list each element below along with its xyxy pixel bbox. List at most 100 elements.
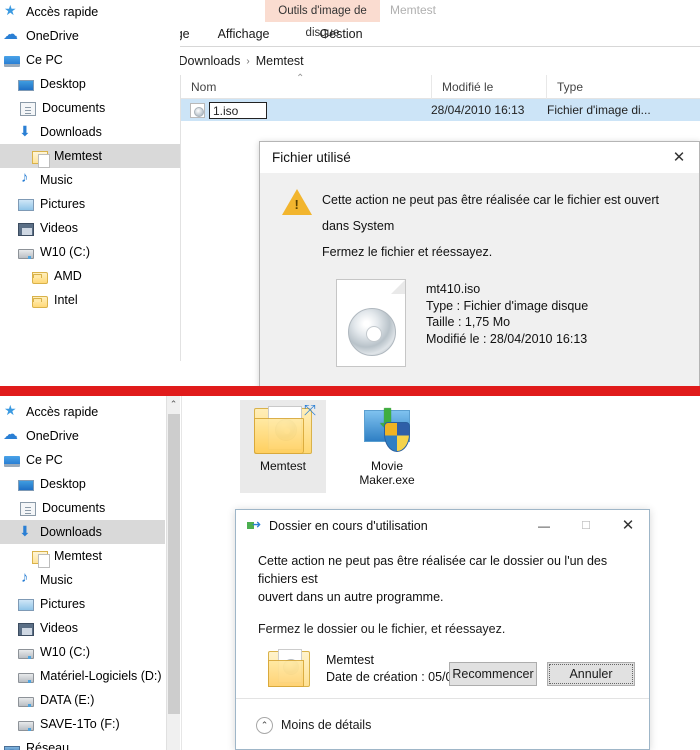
sidebar-item-memtest[interactable]: Memtest: [0, 144, 180, 168]
sidebar-item-onedrive[interactable]: OneDrive: [0, 24, 180, 48]
sidebar-item-amd[interactable]: AMD: [0, 264, 180, 288]
sidebar-item-w10-c[interactable]: W10 (C:): [0, 240, 180, 264]
dialog-message-line1: Cette action ne peut pas être réalisée c…: [322, 193, 659, 233]
sidebar-item-w10-c[interactable]: W10 (C:): [0, 640, 165, 664]
sidebar-item-desktop[interactable]: Desktop: [0, 72, 180, 96]
contextual-header-disk-image-tools: Outils d'image de disque: [265, 0, 380, 39]
sidebar-item-label: Accès rapide: [26, 405, 99, 419]
sidebar-item-music[interactable]: Music: [0, 568, 165, 592]
column-nom[interactable]: Nom: [181, 75, 431, 99]
sidebar-item-downloads[interactable]: Downloads: [0, 520, 165, 544]
sidebar-item-label: Downloads: [40, 525, 102, 539]
sidebar-item-label: Videos: [40, 621, 78, 635]
warning-icon: [282, 189, 312, 216]
desktop-icon: [18, 80, 34, 91]
column-type[interactable]: Type: [546, 74, 666, 99]
dialog-title: Fichier utilisé: [272, 150, 351, 165]
dialog2-message-line2: ouvert dans un autre programme.: [258, 590, 444, 604]
sidebar-item-onedrive[interactable]: OneDrive: [0, 424, 165, 448]
sidebar-item-label: Intel: [54, 293, 78, 307]
minimize-icon[interactable]: —: [523, 510, 565, 542]
cell-type: Fichier d'image di...: [547, 103, 651, 117]
file-modified: Modifié le : 28/04/2010 16:13: [426, 331, 588, 346]
cloud-icon: [3, 425, 20, 444]
dialog-folder-in-use: Dossier en cours d'utilisation — ☐ ✕ Cet…: [235, 509, 650, 750]
dialog2-message-line3: Fermez le dossier ou le fichier, et rées…: [258, 622, 506, 636]
iso-folder-icon: [32, 150, 50, 168]
sidebar-item-label: Pictures: [40, 197, 86, 211]
sidebar-item-label: Pictures: [40, 597, 86, 611]
folder-icon: [32, 295, 48, 308]
sidebar-item-desktop[interactable]: Desktop: [0, 472, 165, 496]
maximize-icon[interactable]: ☐: [565, 510, 607, 542]
cloud-icon: [3, 25, 20, 44]
iso-file-icon: [190, 102, 205, 118]
rename-input[interactable]: 1.iso: [209, 101, 268, 119]
tab-affichage[interactable]: Affichage: [204, 22, 284, 46]
less-details-label[interactable]: Moins de détails: [281, 718, 371, 732]
chevron-up-circle-icon[interactable]: ⌃: [256, 716, 273, 734]
column-headers[interactable]: Nom Modifié le Type ⌃: [181, 73, 700, 99]
sidebar-item-music[interactable]: Music: [0, 168, 180, 192]
computer-icon: [4, 456, 20, 467]
breadcrumb-downloads[interactable]: Downloads: [174, 54, 246, 68]
navigation-tree-top[interactable]: Accès rapide OneDrive Ce PC Desktop Document…: [0, 0, 180, 312]
sidebar-item-label: Music: [40, 573, 73, 587]
table-row[interactable]: 1.iso 28/04/2010 16:13 Fichier d'image d…: [181, 99, 700, 121]
list-item[interactable]: ⬇ Movie Maker.exe: [344, 400, 430, 493]
iso-folder-icon: [32, 550, 50, 568]
sidebar-item-save-1to-f[interactable]: SAVE-1To (F:): [0, 712, 165, 736]
dialog-title-bar-2: Dossier en cours d'utilisation — ☐ ✕: [236, 510, 649, 542]
sidebar-item-data-e[interactable]: DATA (E:): [0, 688, 165, 712]
close-icon[interactable]: ✕: [607, 510, 649, 542]
sidebar-item-documents[interactable]: Documents: [0, 96, 180, 120]
dialog2-footer[interactable]: ⌃ Moins de détails: [236, 698, 649, 750]
cell-modified: 28/04/2010 16:13: [431, 103, 525, 117]
music-icon: [18, 569, 34, 588]
scroll-up-icon[interactable]: ⌃: [167, 396, 180, 412]
navigation-tree-bottom[interactable]: Accès rapide OneDrive Ce PC Desktop Document…: [0, 400, 165, 750]
sidebar-item-label: Memtest: [54, 149, 102, 163]
tab-gestion[interactable]: Gestion: [283, 22, 399, 46]
sidebar-item-videos[interactable]: Videos: [0, 216, 180, 240]
breadcrumb-memtest[interactable]: Memtest: [251, 54, 309, 68]
pictures-icon: [18, 599, 34, 611]
sidebar-item-label: Matériel-Logiciels (D:): [40, 669, 162, 683]
dialog-title-bar: Fichier utilisé ✕: [260, 142, 699, 173]
sidebar-item-ce-pc[interactable]: Ce PC: [0, 448, 165, 472]
videos-icon: [18, 622, 34, 636]
sidebar-item-videos[interactable]: Videos: [0, 616, 165, 640]
sidebar-item-label: OneDrive: [26, 29, 79, 43]
scrollbar[interactable]: ⌃: [166, 396, 180, 750]
sidebar-item-intel[interactable]: Intel: [0, 288, 180, 312]
screenshot-divider: [0, 386, 700, 396]
desktop-icon: [18, 480, 34, 491]
sidebar-item-documents[interactable]: Documents: [0, 496, 165, 520]
scroll-thumb[interactable]: [168, 414, 180, 714]
sidebar-item-r-seau[interactable]: Réseau: [0, 736, 165, 750]
close-icon[interactable]: ✕: [659, 142, 699, 173]
sidebar-item-pictures[interactable]: Pictures: [0, 192, 180, 216]
folder-icon: [32, 271, 48, 284]
sidebar-item-pictures[interactable]: Pictures: [0, 592, 165, 616]
dialog-message-line2: Fermez le fichier et réessayez.: [322, 245, 493, 259]
file-size: Taille : 1,75 Mo: [426, 315, 511, 329]
file-type: Type : Fichier d'image disque: [426, 298, 589, 313]
column-modifie[interactable]: Modifié le: [431, 74, 546, 99]
cancel-button[interactable]: Annuler: [547, 662, 635, 686]
sort-ascending-icon: ⌃: [296, 73, 305, 84]
drive-icon: [18, 249, 34, 259]
sidebar-item-label: Réseau: [26, 741, 70, 750]
sidebar-item-downloads[interactable]: Downloads: [0, 120, 180, 144]
sidebar-item-mat-riel-logiciels-d[interactable]: Matériel-Logiciels (D:): [0, 664, 165, 688]
icon-grid[interactable]: ⤧ Memtest ⬇ Movie Maker.exe: [240, 400, 430, 493]
retry-button[interactable]: Recommencer: [449, 662, 537, 686]
sidebar-item-acc-s-rapide[interactable]: Accès rapide: [0, 0, 180, 24]
sidebar-item-acc-s-rapide[interactable]: Accès rapide: [0, 400, 165, 424]
drive-icon: [18, 649, 34, 659]
list-item[interactable]: ⤧ Memtest: [240, 400, 326, 493]
move-folder-icon: [247, 518, 261, 532]
sidebar-item-ce-pc[interactable]: Ce PC: [0, 48, 180, 72]
sidebar-item-memtest[interactable]: Memtest: [0, 544, 165, 568]
sidebar-item-label: SAVE-1To (F:): [40, 717, 120, 731]
